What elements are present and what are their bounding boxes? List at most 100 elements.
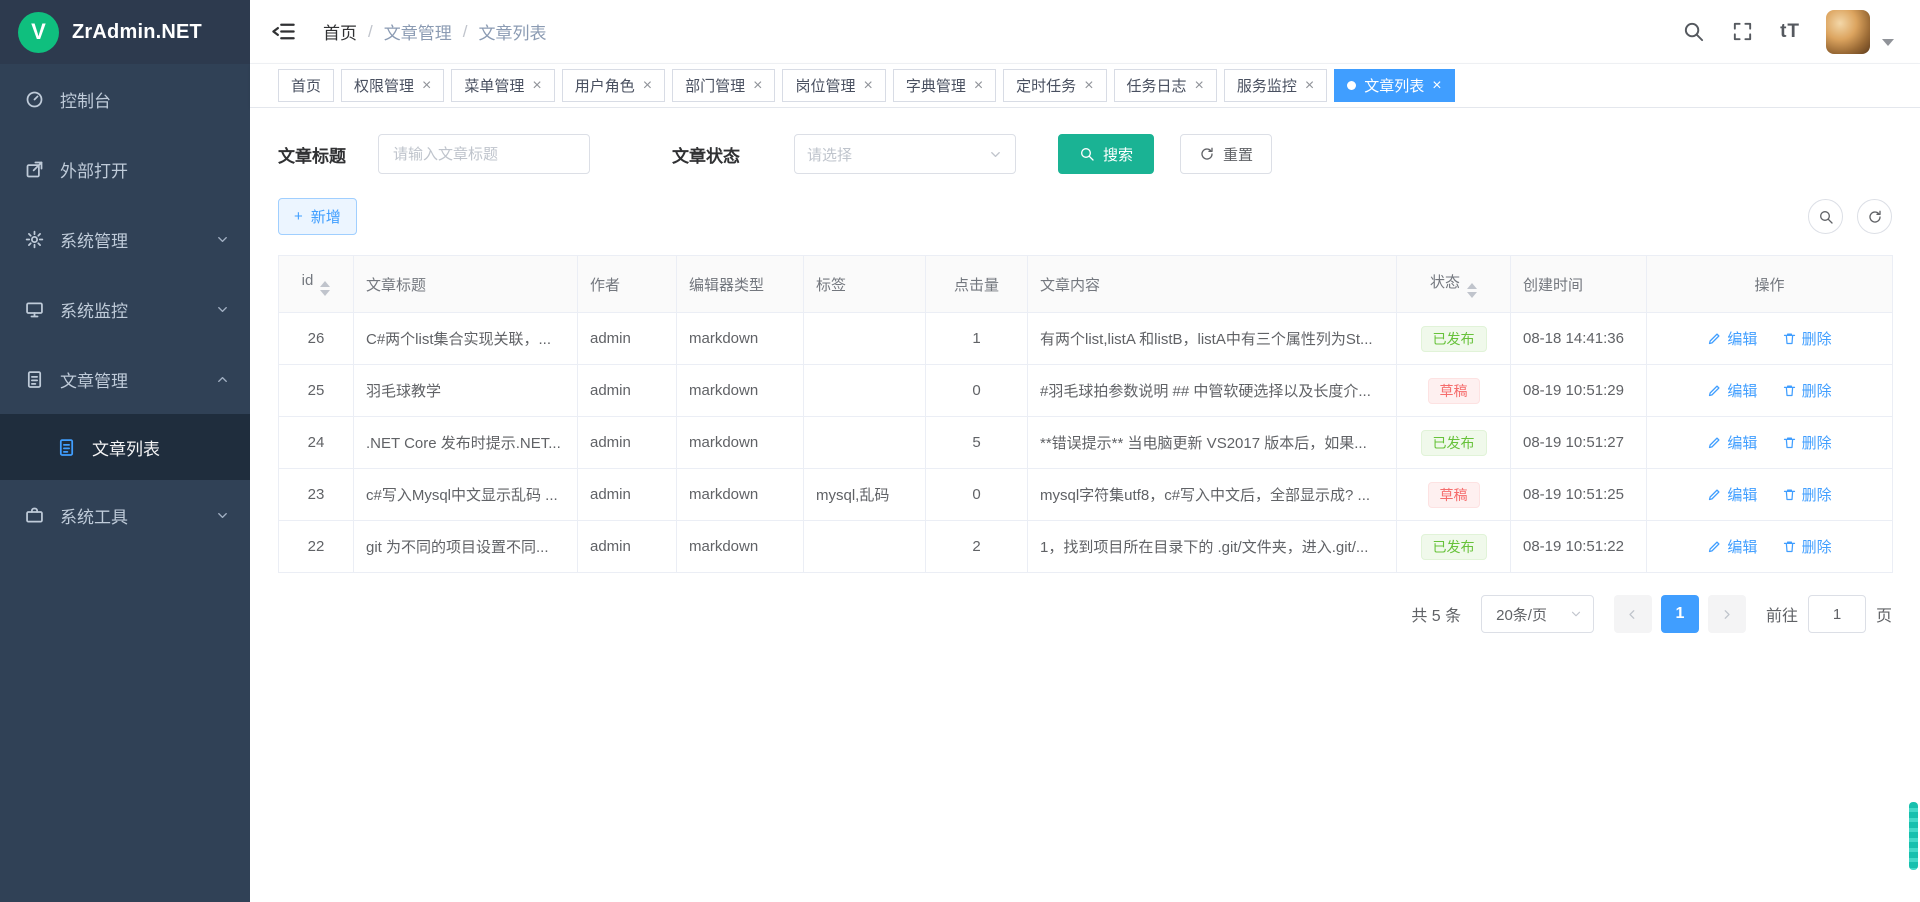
page-size-select[interactable]: 20条/页 bbox=[1481, 595, 1594, 633]
chevron-down-icon bbox=[215, 508, 230, 523]
delete-button[interactable]: 删除 bbox=[1782, 380, 1832, 401]
cell-editor: markdown bbox=[677, 313, 804, 365]
search-button-label: 搜索 bbox=[1103, 144, 1133, 165]
sidebar-item-article-list[interactable]: 文章列表 bbox=[0, 414, 250, 480]
cell-status: 草稿 bbox=[1397, 469, 1511, 521]
tab-close-icon[interactable]: × bbox=[422, 78, 431, 94]
refresh-button[interactable] bbox=[1857, 199, 1892, 234]
goto-page-input[interactable] bbox=[1808, 595, 1866, 633]
delete-button[interactable]: 删除 bbox=[1782, 328, 1832, 349]
tab-close-icon[interactable]: × bbox=[1084, 78, 1093, 94]
edit-button[interactable]: 编辑 bbox=[1707, 484, 1757, 505]
cell-author: admin bbox=[578, 313, 677, 365]
tab-close-icon[interactable]: × bbox=[974, 78, 983, 94]
tab-item[interactable]: 服务监控 × bbox=[1224, 69, 1327, 102]
chevron-right-icon bbox=[1719, 607, 1734, 622]
breadcrumb-home[interactable]: 首页 bbox=[323, 19, 357, 44]
page-number-current[interactable]: 1 bbox=[1661, 595, 1699, 633]
sidebar-item-external-open[interactable]: 外部打开 bbox=[0, 134, 250, 204]
tab-close-icon[interactable]: × bbox=[863, 78, 872, 94]
menu-fold-icon[interactable] bbox=[270, 18, 297, 45]
sidebar-item-article-management[interactable]: 文章管理 bbox=[0, 344, 250, 414]
reset-button-label: 重置 bbox=[1223, 144, 1253, 165]
cell-clicks: 0 bbox=[926, 365, 1028, 417]
cell-author: admin bbox=[578, 521, 677, 573]
scrollbar-thumb[interactable] bbox=[1909, 802, 1918, 870]
tab-close-icon[interactable]: × bbox=[753, 78, 762, 94]
tab-item[interactable]: 菜单管理 × bbox=[451, 69, 554, 102]
fullscreen-icon[interactable] bbox=[1731, 20, 1754, 43]
avatar[interactable] bbox=[1826, 10, 1870, 54]
status-badge: 已发布 bbox=[1421, 326, 1487, 352]
cell-tags bbox=[804, 313, 926, 365]
column-header-status[interactable]: 状态 bbox=[1397, 256, 1511, 313]
edit-icon bbox=[1707, 383, 1722, 398]
sidebar-item-dashboard[interactable]: 控制台 bbox=[0, 64, 250, 134]
search-button[interactable]: 搜索 bbox=[1058, 134, 1154, 174]
tab-item[interactable]: 岗位管理 × bbox=[782, 69, 885, 102]
tab-close-icon[interactable]: × bbox=[1305, 78, 1314, 94]
cell-author: admin bbox=[578, 417, 677, 469]
status-badge: 已发布 bbox=[1421, 430, 1487, 456]
breadcrumb-section[interactable]: 文章管理 bbox=[384, 19, 452, 44]
add-button[interactable]: + 新增 bbox=[278, 198, 357, 235]
prev-page-button[interactable] bbox=[1614, 595, 1652, 633]
breadcrumb-separator: / bbox=[368, 22, 373, 42]
delete-button[interactable]: 删除 bbox=[1782, 484, 1832, 505]
sort-icon[interactable] bbox=[1467, 283, 1477, 298]
sidebar-item-system-management[interactable]: 系统管理 bbox=[0, 204, 250, 274]
topbar-actions: tT bbox=[1682, 10, 1894, 54]
tab-item-active[interactable]: 文章列表 × bbox=[1334, 69, 1454, 102]
toggle-search-button[interactable] bbox=[1808, 199, 1843, 234]
document-icon bbox=[24, 369, 45, 390]
delete-button[interactable]: 删除 bbox=[1782, 432, 1832, 453]
external-link-icon bbox=[24, 159, 45, 180]
toolbar-right bbox=[1808, 199, 1892, 234]
tab-close-icon[interactable]: × bbox=[532, 78, 541, 94]
delete-button[interactable]: 删除 bbox=[1782, 536, 1832, 557]
tab-item[interactable]: 权限管理 × bbox=[341, 69, 444, 102]
pagination-total: 共 5 条 bbox=[1411, 602, 1461, 626]
chevron-down-icon bbox=[215, 232, 230, 247]
edit-button[interactable]: 编辑 bbox=[1707, 536, 1757, 557]
tab-item[interactable]: 任务日志 × bbox=[1114, 69, 1217, 102]
tab-item[interactable]: 字典管理 × bbox=[893, 69, 996, 102]
article-status-select[interactable]: 请选择 bbox=[794, 134, 1016, 174]
cell-title: c#写入Mysql中文显示乱码 ... bbox=[354, 469, 578, 521]
column-header-id[interactable]: id bbox=[279, 256, 354, 313]
edit-button[interactable]: 编辑 bbox=[1707, 380, 1757, 401]
chevron-down-icon bbox=[988, 147, 1003, 162]
next-page-button[interactable] bbox=[1708, 595, 1746, 633]
column-header-editor: 编辑器类型 bbox=[677, 256, 804, 313]
cell-editor: markdown bbox=[677, 417, 804, 469]
tab-close-icon[interactable]: × bbox=[643, 78, 652, 94]
cell-author: admin bbox=[578, 469, 677, 521]
tab-label: 文章列表 bbox=[1364, 75, 1424, 96]
reset-button[interactable]: 重置 bbox=[1180, 134, 1272, 174]
sidebar-item-system-tools[interactable]: 系统工具 bbox=[0, 480, 250, 550]
text-size-icon[interactable]: tT bbox=[1780, 21, 1800, 43]
edit-button[interactable]: 编辑 bbox=[1707, 328, 1757, 349]
tab-close-icon[interactable]: × bbox=[1432, 78, 1441, 94]
tab-close-icon[interactable]: × bbox=[1195, 78, 1204, 94]
table-toolbar: + 新增 bbox=[278, 198, 1892, 235]
article-title-input[interactable] bbox=[378, 134, 590, 174]
tab-item[interactable]: 用户角色 × bbox=[562, 69, 665, 102]
tab-label: 字典管理 bbox=[906, 75, 966, 96]
tab-item[interactable]: 部门管理 × bbox=[672, 69, 775, 102]
monitor-icon bbox=[24, 299, 45, 320]
tab-item[interactable]: 定时任务 × bbox=[1003, 69, 1106, 102]
edit-button[interactable]: 编辑 bbox=[1707, 432, 1757, 453]
table-row: 25 羽毛球教学 admin markdown 0 #羽毛球拍参数说明 ## 中… bbox=[279, 365, 1893, 417]
sidebar-item-system-monitor[interactable]: 系统监控 bbox=[0, 274, 250, 344]
search-icon[interactable] bbox=[1682, 20, 1705, 43]
sidebar: V ZrAdmin.NET 控制台 外部打开 系统管理 系统监控 bbox=[0, 0, 250, 902]
edit-icon bbox=[1707, 435, 1722, 450]
sort-icon[interactable] bbox=[320, 281, 330, 296]
tab-item[interactable]: 首页 bbox=[278, 69, 334, 102]
table-row: 22 git 为不同的项目设置不同... admin markdown 2 1，… bbox=[279, 521, 1893, 573]
dashboard-icon bbox=[24, 89, 45, 110]
caret-down-icon[interactable] bbox=[1882, 39, 1894, 46]
filter-form: 文章标题 文章状态 请选择 搜索 重置 bbox=[278, 134, 1892, 174]
article-status-label: 文章状态 bbox=[672, 142, 740, 167]
